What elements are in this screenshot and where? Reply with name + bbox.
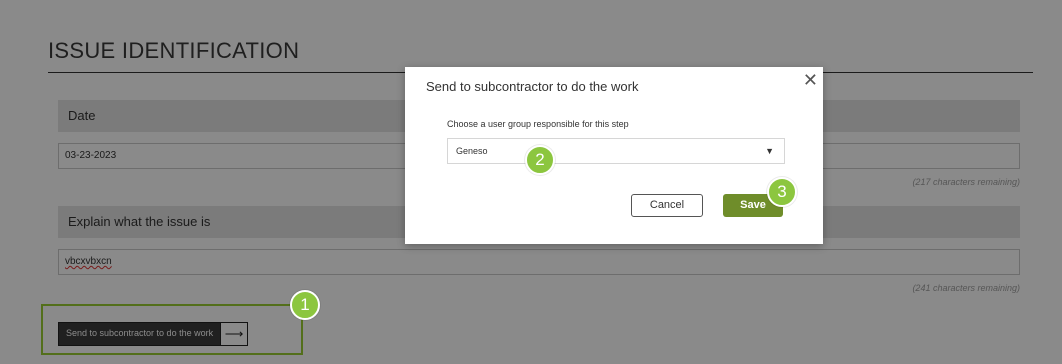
user-group-label: Choose a user group responsible for this… [447, 119, 629, 129]
send-modal: Send to subcontractor to do the work ✕ C… [405, 67, 823, 244]
chevron-down-icon: ▼ [765, 146, 774, 156]
close-icon[interactable]: ✕ [803, 71, 818, 89]
step-badge-2: 2 [525, 145, 555, 175]
step-badge-3: 3 [767, 177, 797, 207]
cancel-button[interactable]: Cancel [631, 194, 703, 217]
user-group-select[interactable]: Geneso ▼ [447, 138, 785, 164]
user-group-value: Geneso [456, 146, 488, 156]
step-badge-1: 1 [290, 290, 320, 320]
modal-title: Send to subcontractor to do the work [426, 79, 639, 94]
